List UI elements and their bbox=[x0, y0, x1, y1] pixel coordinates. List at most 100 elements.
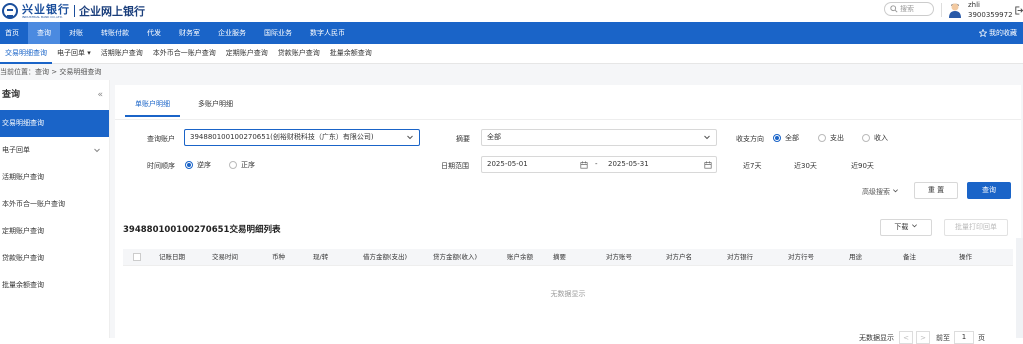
my-favorites[interactable]: 我的收藏 bbox=[979, 22, 1017, 44]
nav-transfer[interactable]: 转账付款 bbox=[92, 22, 138, 44]
radio-dot bbox=[773, 134, 781, 142]
search-placeholder: 搜索 bbox=[900, 5, 914, 13]
direction-in-radio[interactable]: 收入 bbox=[862, 133, 888, 143]
nav-reconcile[interactable]: 对账 bbox=[60, 22, 92, 44]
nav-enterprise-service[interactable]: 企业服务 bbox=[209, 22, 255, 44]
sidebar: 查询 « 交易明细查询 电子回单 活期账户查询 本外币合一账户查询 定期账户查询… bbox=[0, 80, 110, 338]
table-header: 记账日期 交易时间 币种 现/转 借方金额(支出) 贷方金额(收入) 账户余额 … bbox=[123, 249, 1013, 266]
subnav-transaction-detail[interactable]: 交易明细查询 bbox=[0, 44, 52, 64]
radio-dot bbox=[185, 161, 193, 169]
date-range-picker[interactable]: 2025-05-01 - 2025-05-31 bbox=[481, 156, 717, 173]
scrollbar[interactable] bbox=[1016, 238, 1023, 338]
batch-print-button[interactable]: 批量打印回单 bbox=[944, 219, 1008, 236]
chevron-down-icon bbox=[407, 135, 413, 140]
col-booking-date: 记账日期 bbox=[159, 253, 185, 261]
direction-in-label: 收入 bbox=[874, 134, 888, 142]
order-label: 时间顺序 bbox=[147, 162, 175, 170]
select-all-checkbox[interactable] bbox=[133, 253, 141, 261]
subnav-fixed-account[interactable]: 定期账户查询 bbox=[221, 44, 273, 64]
sidebar-item-transaction-detail[interactable]: 交易明细查询 bbox=[0, 110, 109, 137]
tabs-divider bbox=[115, 119, 1021, 120]
date-start[interactable]: 2025-05-01 bbox=[487, 160, 528, 168]
user-info[interactable]: zhli 3900359972 bbox=[968, 0, 1013, 20]
download-button[interactable]: 下载 bbox=[880, 219, 932, 236]
quick-range-90-days[interactable]: 近90天 bbox=[851, 161, 874, 171]
subnav-loan-account[interactable]: 贷款账户查询 bbox=[273, 44, 325, 64]
sidebar-item-loan-account[interactable]: 贷款账户查询 bbox=[0, 245, 109, 272]
sidebar-item-current-account[interactable]: 活期账户查询 bbox=[0, 164, 109, 191]
subnav-batch-balance[interactable]: 批量余额查询 bbox=[325, 44, 377, 64]
col-summary: 摘要 bbox=[553, 253, 566, 261]
sidebar-item-fixed-account[interactable]: 定期账户查询 bbox=[0, 218, 109, 245]
order-asc-radio[interactable]: 正序 bbox=[229, 160, 255, 170]
advanced-search-label: 高级搜索 bbox=[862, 188, 890, 196]
nav-digital-rmb[interactable]: 数字人民币 bbox=[301, 22, 354, 44]
col-remark: 备注 bbox=[903, 253, 916, 261]
col-purpose: 用途 bbox=[849, 253, 862, 261]
list-title: 394880100100270651交易明细列表 bbox=[123, 225, 281, 235]
user-id: 3900359972 bbox=[968, 11, 1013, 19]
calendar-icon[interactable] bbox=[580, 161, 588, 169]
summary-value: 全部 bbox=[487, 133, 501, 141]
direction-out-radio[interactable]: 支出 bbox=[818, 133, 844, 143]
tab-single-account[interactable]: 单账户明细 bbox=[125, 95, 180, 117]
sidebar-item-batch-balance[interactable]: 批量余额查询 bbox=[0, 272, 109, 299]
chevron-down-icon bbox=[94, 148, 100, 153]
nav-query[interactable]: 查询 bbox=[28, 22, 60, 44]
subnav-e-receipt[interactable]: 电子回单 ▾ bbox=[52, 44, 96, 64]
date-range-label: 日期范围 bbox=[441, 162, 469, 170]
direction-all-radio[interactable]: 全部 bbox=[773, 133, 799, 143]
col-balance: 账户余额 bbox=[507, 253, 533, 261]
nav-home[interactable]: 首页 bbox=[0, 22, 28, 44]
quick-range-7-days[interactable]: 近7天 bbox=[743, 161, 761, 171]
account-value: 394880100100270651(创裕财税科技（广东）有限公司) bbox=[190, 133, 374, 141]
sidebar-item-e-receipt[interactable]: 电子回单 bbox=[0, 137, 109, 164]
summary-select[interactable]: 全部 bbox=[481, 129, 717, 146]
search-icon bbox=[890, 5, 898, 13]
subnav-multi-currency-account[interactable]: 本外币合一账户查询 bbox=[148, 44, 221, 64]
direction-out-label: 支出 bbox=[830, 134, 844, 142]
bank-logo[interactable]: 兴业银行 INDUSTRIAL BANK CO.,LTD. 企业网上银行 bbox=[2, 2, 145, 20]
tab-multi-account[interactable]: 多账户明细 bbox=[188, 95, 243, 117]
direction-all-label: 全部 bbox=[785, 134, 799, 142]
order-desc-label: 逆序 bbox=[197, 161, 211, 169]
order-asc-label: 正序 bbox=[241, 161, 255, 169]
col-counterparty-bank: 对方银行 bbox=[727, 253, 753, 261]
user-name: zhli bbox=[968, 1, 981, 9]
radio-dot bbox=[229, 161, 237, 169]
sidebar-title: 查询 « bbox=[0, 80, 109, 110]
col-counterparty-account: 对方账号 bbox=[606, 253, 632, 261]
summary-label: 摘要 bbox=[456, 135, 470, 143]
order-desc-radio[interactable]: 逆序 bbox=[185, 160, 211, 170]
reset-button[interactable]: 重 置 bbox=[914, 182, 958, 199]
col-transaction-time: 交易时间 bbox=[212, 253, 238, 261]
chevron-down-icon bbox=[893, 189, 899, 193]
advanced-search-toggle[interactable]: 高级搜索 bbox=[862, 187, 899, 197]
quick-range-30-days[interactable]: 近30天 bbox=[794, 161, 817, 171]
global-search[interactable]: 搜索 bbox=[884, 2, 934, 16]
nav-payroll[interactable]: 代发 bbox=[138, 22, 170, 44]
logout-icon[interactable] bbox=[1014, 6, 1023, 15]
chevron-down-icon bbox=[911, 224, 917, 228]
star-icon bbox=[979, 29, 987, 37]
breadcrumb: 当前位置：查询 > 交易明细查询 bbox=[0, 64, 1023, 80]
collapse-icon[interactable]: « bbox=[97, 80, 103, 110]
date-end[interactable]: 2025-05-31 bbox=[608, 157, 649, 172]
logo-divider bbox=[74, 5, 75, 17]
nav-finance-room[interactable]: 财务室 bbox=[170, 22, 209, 44]
subnav-current-account[interactable]: 活期账户查询 bbox=[96, 44, 148, 64]
sidebar-item-multi-currency-account[interactable]: 本外币合一账户查询 bbox=[0, 191, 109, 218]
search-button[interactable]: 查询 bbox=[967, 182, 1011, 199]
account-label: 查询账户 bbox=[147, 135, 175, 143]
sidebar-item-label: 电子回单 bbox=[2, 146, 30, 154]
avatar[interactable] bbox=[948, 2, 962, 18]
detail-tabs: 单账户明细 多账户明细 bbox=[125, 95, 243, 117]
direction-label: 收支方向 bbox=[736, 135, 764, 143]
top-header: 兴业银行 INDUSTRIAL BANK CO.,LTD. 企业网上银行 搜索 … bbox=[0, 0, 1023, 22]
bank-name-en: INDUSTRIAL BANK CO.,LTD. bbox=[22, 14, 63, 19]
nav-international[interactable]: 国际业务 bbox=[255, 22, 301, 44]
calendar-icon[interactable] bbox=[704, 161, 712, 169]
col-currency: 币种 bbox=[272, 253, 285, 261]
radio-dot bbox=[818, 134, 826, 142]
account-select[interactable]: 394880100100270651(创裕财税科技（广东）有限公司) bbox=[184, 129, 420, 146]
